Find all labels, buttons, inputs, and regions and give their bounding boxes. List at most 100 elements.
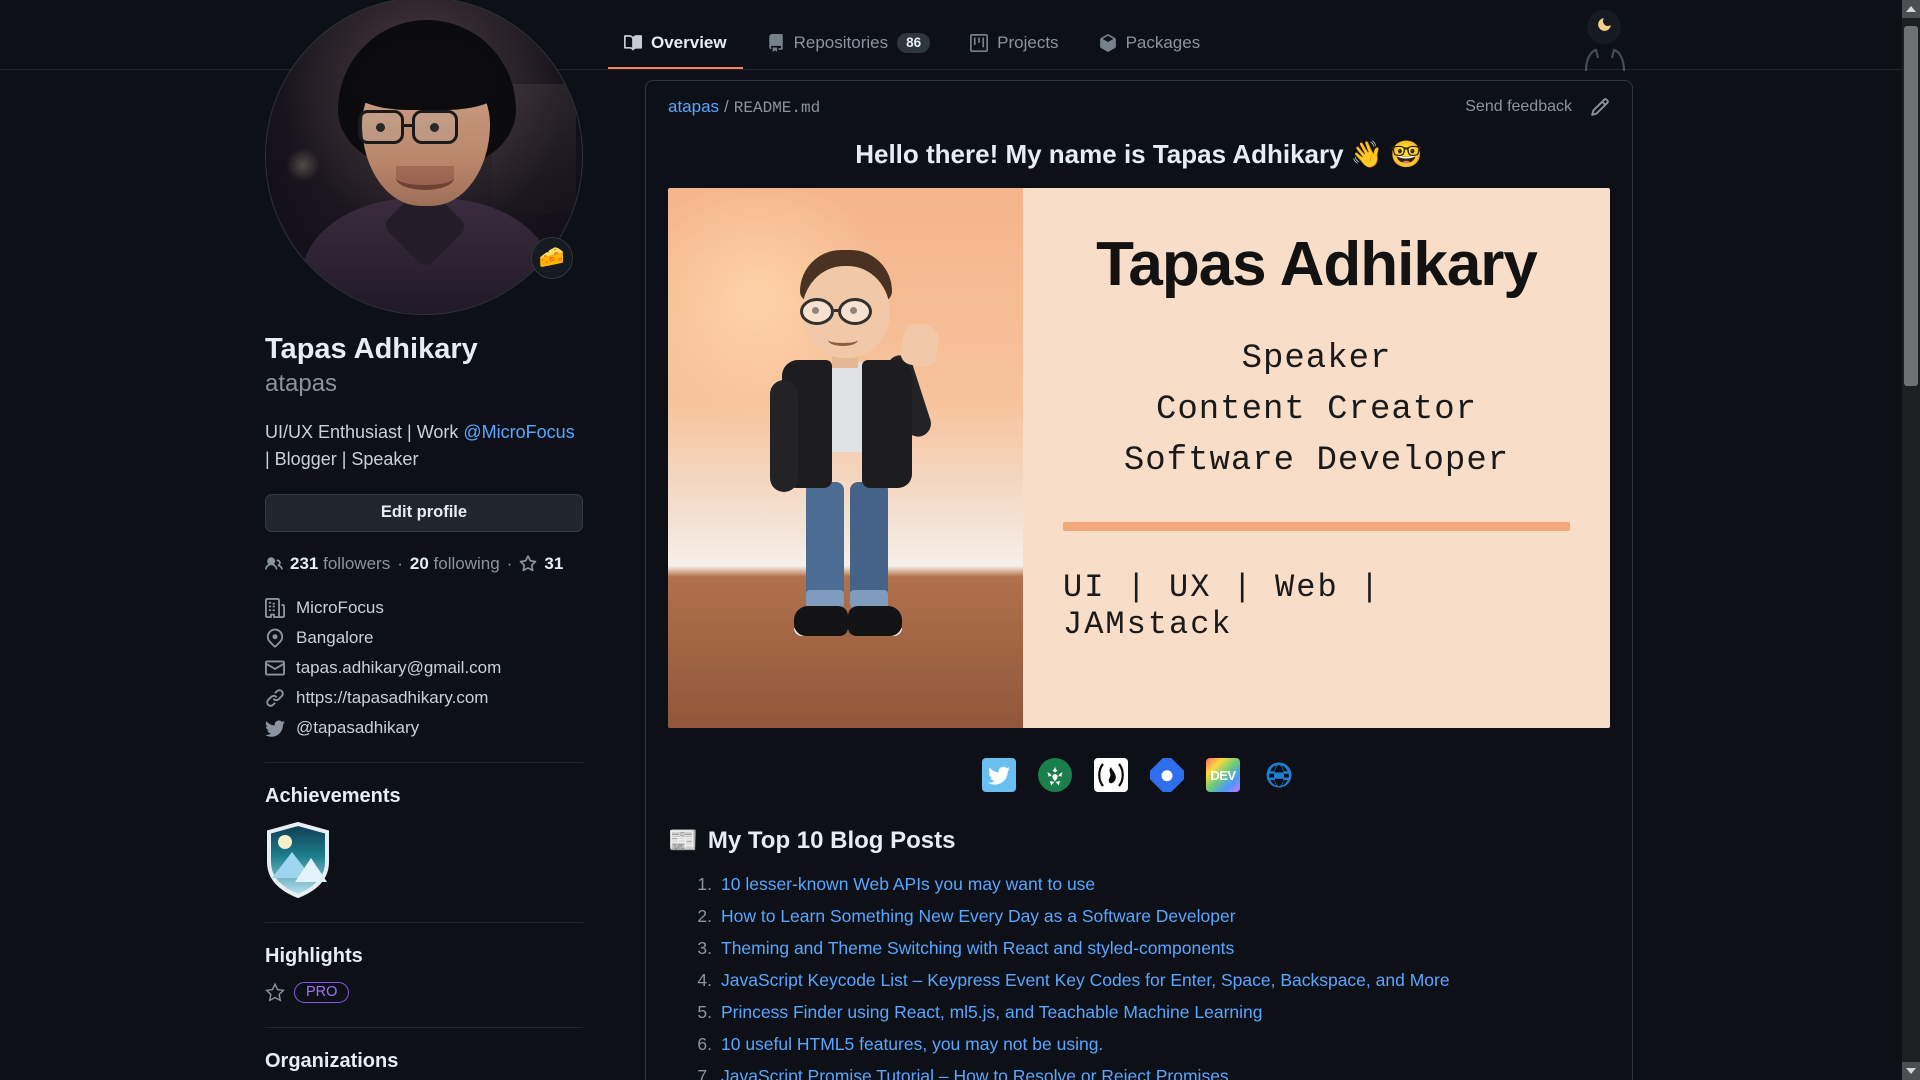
banner-role: Content Creator — [1155, 391, 1478, 429]
project-icon — [970, 34, 989, 52]
detail-email[interactable]: tapas.adhikary@gmail.com — [265, 658, 583, 678]
list-item: 2. How to Learn Something New Every Day … — [692, 905, 1632, 928]
dark-mode-toggle[interactable] — [1587, 10, 1621, 44]
banner-illustration — [668, 188, 1023, 728]
achievement-badge-icon[interactable] — [265, 821, 331, 898]
tab-label: Packages — [1125, 33, 1201, 52]
devto-icon[interactable]: DEV — [1206, 758, 1240, 792]
detail-text[interactable]: https://tapasadhikary.com — [296, 688, 488, 708]
tab-overview[interactable]: Overview — [608, 23, 743, 69]
list-item: 6. 10 useful HTML5 features, you may not… — [692, 1033, 1632, 1056]
list-number: 7. — [697, 1065, 712, 1080]
banner-divider-rule — [1063, 522, 1570, 531]
stars-count[interactable]: 31 — [544, 554, 563, 574]
blog-post-link[interactable]: Theming and Theme Switching with React a… — [721, 937, 1234, 960]
list-number: 4. — [697, 969, 712, 990]
detail-text[interactable]: @tapasadhikary — [296, 718, 419, 738]
following-stat[interactable]: 20 following — [410, 554, 500, 574]
following-count: 20 — [409, 553, 429, 573]
detail-organization[interactable]: MicroFocus — [265, 597, 583, 618]
bitmoji-avatar — [746, 250, 946, 670]
hashnode-icon[interactable] — [1038, 758, 1072, 792]
readme-header: atapas / README.md Send feedback — [646, 81, 1632, 125]
twitter-icon[interactable] — [982, 758, 1016, 792]
followers-stat[interactable]: 231 followers — [290, 554, 390, 574]
divider-organizations — [265, 1026, 583, 1028]
star-icon — [265, 982, 285, 1002]
blog-section-heading: 📰 My Top 10 Blog Posts — [668, 826, 1632, 855]
twitter-icon — [265, 718, 285, 738]
list-item: 5. Princess Finder using React, ml5.js, … — [692, 1001, 1632, 1024]
profile-full-name: Tapas Adhikary — [265, 333, 478, 365]
highlight-pro-row[interactable]: PRO — [265, 981, 583, 1003]
pro-badge: PRO — [294, 981, 350, 1003]
list-item: 1. 10 lesser-known Web APIs you may want… — [692, 873, 1632, 896]
blog-post-link[interactable]: JavaScript Promise Tutorial – How to Res… — [721, 1065, 1229, 1080]
repo-count-badge: 86 — [897, 33, 931, 53]
package-icon — [1099, 34, 1117, 52]
send-feedback-link[interactable]: Send feedback — [1465, 98, 1572, 116]
repo-icon — [767, 34, 785, 52]
profile-readme-card: atapas / README.md Send feedback Hello the… — [645, 80, 1633, 1080]
website-icon[interactable] — [1262, 758, 1296, 792]
book-icon — [624, 34, 642, 52]
profile-stats: 231 followers · 20 following · 31 — [265, 554, 583, 574]
banner-text-panel: Tapas Adhikary Speaker Content Creator S… — [1023, 188, 1610, 728]
divider-achievements — [265, 761, 583, 763]
pencil-icon[interactable] — [1590, 97, 1610, 117]
list-item: 7. JavaScript Promise Tutorial – How to … — [692, 1065, 1632, 1080]
status-emoji-badge[interactable]: 🧀 — [531, 237, 573, 279]
detail-twitter[interactable]: @tapasadhikary — [265, 718, 583, 738]
following-label: following — [433, 553, 500, 573]
scrollbar-thumb[interactable] — [1904, 26, 1918, 386]
tab-label: Projects — [997, 33, 1059, 52]
banner-name: Tapas Adhikary — [1096, 230, 1538, 299]
blog-section-title: My Top 10 Blog Posts — [707, 826, 956, 854]
banner-role: Speaker — [1241, 340, 1392, 378]
list-item: 3. Theming and Theme Switching with Reac… — [692, 937, 1632, 960]
achievements-title: Achievements — [265, 784, 401, 807]
scroll-down-arrow-icon[interactable] — [1902, 1062, 1920, 1080]
mail-icon — [265, 658, 285, 678]
blog-post-link[interactable]: 10 lesser-known Web APIs you may want to… — [721, 873, 1095, 896]
list-number: 5. — [697, 1001, 712, 1022]
blog-post-link[interactable]: Princess Finder using React, ml5.js, and… — [721, 1001, 1263, 1024]
profile-username: atapas — [265, 370, 338, 398]
tab-projects[interactable]: Projects — [954, 23, 1074, 69]
banner-tags: UI | UX | Web | JAMstack — [1063, 569, 1382, 643]
followers-count: 231 — [290, 553, 319, 573]
tab-packages[interactable]: Packages — [1083, 23, 1217, 69]
tab-repositories[interactable]: Repositories 86 — [751, 23, 947, 69]
detail-text[interactable]: tapas.adhikary@gmail.com — [296, 658, 501, 678]
organization-icon — [265, 597, 285, 618]
newspaper-icon: 📰 — [668, 827, 698, 854]
location-icon — [265, 628, 285, 648]
moon-icon — [1596, 16, 1613, 38]
bio-text-after: | Blogger | Speaker — [265, 448, 419, 469]
breadcrumb-owner[interactable]: atapas — [668, 97, 719, 116]
bio-mention-link[interactable]: @MicroFocus — [463, 422, 574, 442]
vertical-scrollbar[interactable] — [1902, 0, 1920, 1080]
blog-post-link[interactable]: JavaScript Keycode List – Keypress Event… — [721, 969, 1450, 992]
github-cat-icon — [1583, 47, 1627, 73]
tab-label: Overview — [651, 33, 727, 52]
list-number: 2. — [697, 905, 712, 926]
list-number: 3. — [697, 937, 712, 958]
edit-profile-button[interactable]: Edit profile — [265, 493, 583, 532]
blog-post-link[interactable]: 10 useful HTML5 features, you may not be… — [721, 1033, 1103, 1056]
status-emoji: 🧀 — [538, 246, 566, 269]
blog-post-list: 1. 10 lesser-known Web APIs you may want… — [692, 873, 1632, 1080]
avatar-wrapper: 🧀 — [265, 0, 583, 315]
scroll-up-arrow-icon[interactable] — [1902, 0, 1920, 18]
detail-text[interactable]: MicroFocus — [296, 598, 384, 618]
breadcrumb-filename: README.md — [733, 99, 821, 117]
list-item: 4. JavaScript Keycode List – Keypress Ev… — [692, 969, 1632, 992]
organizations-title: Organizations — [265, 1049, 399, 1072]
blue-diamond-icon[interactable] — [1150, 758, 1184, 792]
bio-text-before: UI/UX Enthusiast | Work — [265, 422, 464, 443]
detail-website[interactable]: https://tapasadhikary.com — [265, 688, 583, 708]
breadcrumb-separator: / — [724, 97, 729, 116]
blog-post-link[interactable]: How to Learn Something New Every Day as … — [721, 905, 1236, 928]
freecodecamp-icon[interactable] — [1094, 758, 1128, 792]
readme-header-actions: Send feedback — [1465, 97, 1610, 117]
